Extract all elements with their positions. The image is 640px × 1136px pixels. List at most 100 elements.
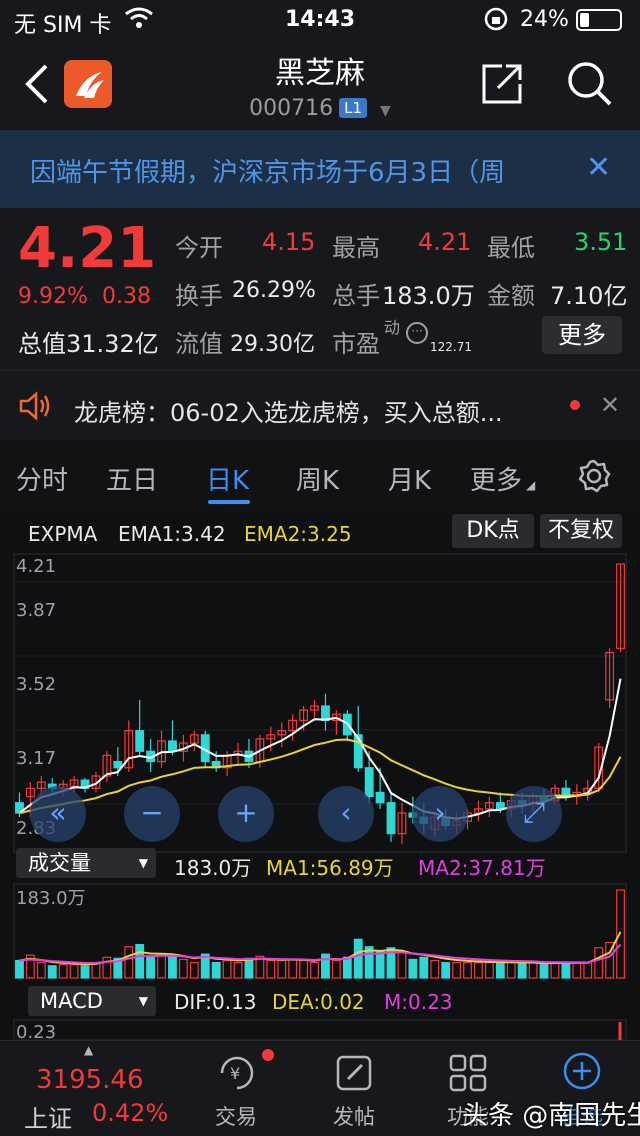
volume-bar xyxy=(408,958,418,979)
volume-ma1: MA1:56.89万 xyxy=(266,856,394,880)
volume-bar xyxy=(47,965,57,979)
macd-panel-frame xyxy=(13,1019,627,1040)
trade-badge-dot xyxy=(262,1049,274,1061)
candle-body xyxy=(113,760,123,769)
volume-bar xyxy=(124,946,134,979)
candle-body xyxy=(375,791,385,804)
previous-icon[interactable]: ‹ xyxy=(318,786,374,842)
high-value: 4.21 xyxy=(418,228,472,256)
macd-m: M:0.23 xyxy=(384,990,453,1014)
float-value-label: 流值 xyxy=(175,330,223,358)
volume-bar xyxy=(397,951,407,979)
tab-five-day[interactable]: 五日 xyxy=(106,460,158,497)
share-icon[interactable] xyxy=(480,60,526,110)
volume-bar xyxy=(484,962,494,979)
close-icon[interactable]: ✕ xyxy=(586,150,611,185)
index-value[interactable]: 3195.46 xyxy=(36,1065,144,1095)
caret-icon: ◢ xyxy=(526,478,536,492)
chevron-down-icon: ▼ xyxy=(138,856,148,870)
dk-point-button[interactable]: DK点 xyxy=(452,514,534,548)
volume-bar xyxy=(550,962,560,979)
macd-dif: DIF:0.13 xyxy=(174,990,257,1014)
caret-up-icon: ▲ xyxy=(84,1043,94,1057)
candle-body xyxy=(135,730,145,752)
trade-icon[interactable]: ¥ xyxy=(214,1053,260,1097)
price-tick-4: 3.17 xyxy=(16,748,57,769)
more-dots-icon[interactable]: ··· xyxy=(406,322,428,344)
unread-dot xyxy=(570,400,580,410)
more-button[interactable]: 更多 xyxy=(542,316,622,354)
ema1-value: EMA1:3.42 xyxy=(118,522,226,546)
holiday-banner[interactable]: 因端午节假期，沪深京市场于6月3日（周 ✕ xyxy=(0,130,640,208)
tab-week-k[interactable]: 周K xyxy=(296,460,339,497)
volume-selector[interactable]: 成交量 ▼ xyxy=(16,848,156,878)
adjust-button[interactable]: 不复权 xyxy=(540,514,622,548)
high-label: 最高 xyxy=(332,234,380,262)
open-label: 今开 xyxy=(175,234,223,262)
macd-selector[interactable]: MACD ▼ xyxy=(28,986,156,1016)
index-pct[interactable]: 0.42% xyxy=(92,1099,168,1127)
nav-post[interactable]: 发帖 xyxy=(314,1101,394,1131)
banner-text: 因端午节假期，沪深京市场于6月3日（周 xyxy=(30,158,506,188)
volume-panel-frame xyxy=(13,883,627,979)
volume-bar xyxy=(430,959,440,979)
volume-bar xyxy=(474,962,483,979)
battery-icon xyxy=(576,9,622,31)
stock-name: 黑芝麻 xyxy=(275,56,365,91)
price-tick-top: 4.21 xyxy=(16,556,57,577)
candle-body xyxy=(495,802,505,810)
candle-body xyxy=(386,802,396,835)
quote-panel: 4.21 9.92% 0.38 总值31.32亿 今开 4.15 最高 4.21… xyxy=(0,208,640,370)
next-icon[interactable]: › xyxy=(412,786,468,842)
volume-bar xyxy=(561,962,571,979)
zoom-in-icon[interactable]: + xyxy=(218,786,274,842)
turnover-value: 26.29% xyxy=(232,278,316,303)
close-icon[interactable]: ✕ xyxy=(600,391,620,419)
bottom-bar: ▲ 3195.46 上证 0.42% ¥ 交易 发帖 功能 自选 头条 @南国先… xyxy=(0,1040,640,1136)
volume-bar xyxy=(277,959,287,979)
volume-bar xyxy=(80,965,90,979)
stock-code-row[interactable]: 000716 L1 ▼ xyxy=(0,96,640,121)
pe-value: 122.71 xyxy=(430,340,472,354)
price-change: 0.38 xyxy=(102,284,151,309)
macd-dea: DEA:0.02 xyxy=(272,990,365,1014)
zoom-out-icon[interactable]: − xyxy=(124,786,180,842)
add-watchlist-icon[interactable] xyxy=(562,1051,602,1095)
last-price: 4.21 xyxy=(18,216,157,281)
expand-icon[interactable]: ⤢ xyxy=(506,786,562,842)
candle-body xyxy=(364,767,374,798)
tab-day-k[interactable]: 日K xyxy=(206,460,249,497)
pe-label: 市盈 xyxy=(332,330,380,358)
volume-bar xyxy=(135,944,145,979)
search-icon[interactable] xyxy=(566,60,612,110)
notice-bar[interactable]: 龙虎榜：06-02入选龙虎榜，买入总额... ✕ xyxy=(0,370,640,440)
price-tick-3: 3.52 xyxy=(16,674,57,695)
low-value: 3.51 xyxy=(574,228,628,256)
notice-text: 龙虎榜：06-02入选龙虎榜，买入总额... xyxy=(74,399,503,427)
scroll-left-icon[interactable]: « xyxy=(30,786,86,842)
volume-bar xyxy=(15,959,24,979)
gear-icon[interactable] xyxy=(576,458,612,501)
grid-icon[interactable] xyxy=(448,1053,488,1097)
tab-minute[interactable]: 分时 xyxy=(16,460,68,497)
volume-bar xyxy=(189,962,199,979)
volume-bar xyxy=(58,964,68,979)
tab-more[interactable]: 更多 ◢ xyxy=(470,460,535,497)
pct-change: 9.92% xyxy=(18,284,88,309)
volume-axis-max: 183.0万 xyxy=(16,888,86,909)
volume-bar xyxy=(91,962,101,979)
edit-post-icon[interactable] xyxy=(334,1053,374,1097)
volume-bar xyxy=(211,962,221,979)
tab-month-k[interactable]: 月K xyxy=(388,460,431,497)
active-tab-indicator xyxy=(208,500,250,504)
volume-ma2-line xyxy=(19,943,622,964)
volume-bar xyxy=(178,958,188,979)
volume-ma2: MA2:37.81万 xyxy=(418,856,546,880)
level-badge: L1 xyxy=(339,98,368,118)
volume-bar xyxy=(583,962,593,979)
index-name[interactable]: 上证 xyxy=(24,1099,72,1134)
kline-chart-area[interactable]: EXPMA EMA1:3.42 EMA2:3.25 DK点 不复权 4.21 3… xyxy=(0,512,640,1043)
volume-bar xyxy=(299,959,309,979)
nav-trade[interactable]: 交易 xyxy=(196,1101,276,1131)
turnover-label: 换手 xyxy=(175,282,223,310)
